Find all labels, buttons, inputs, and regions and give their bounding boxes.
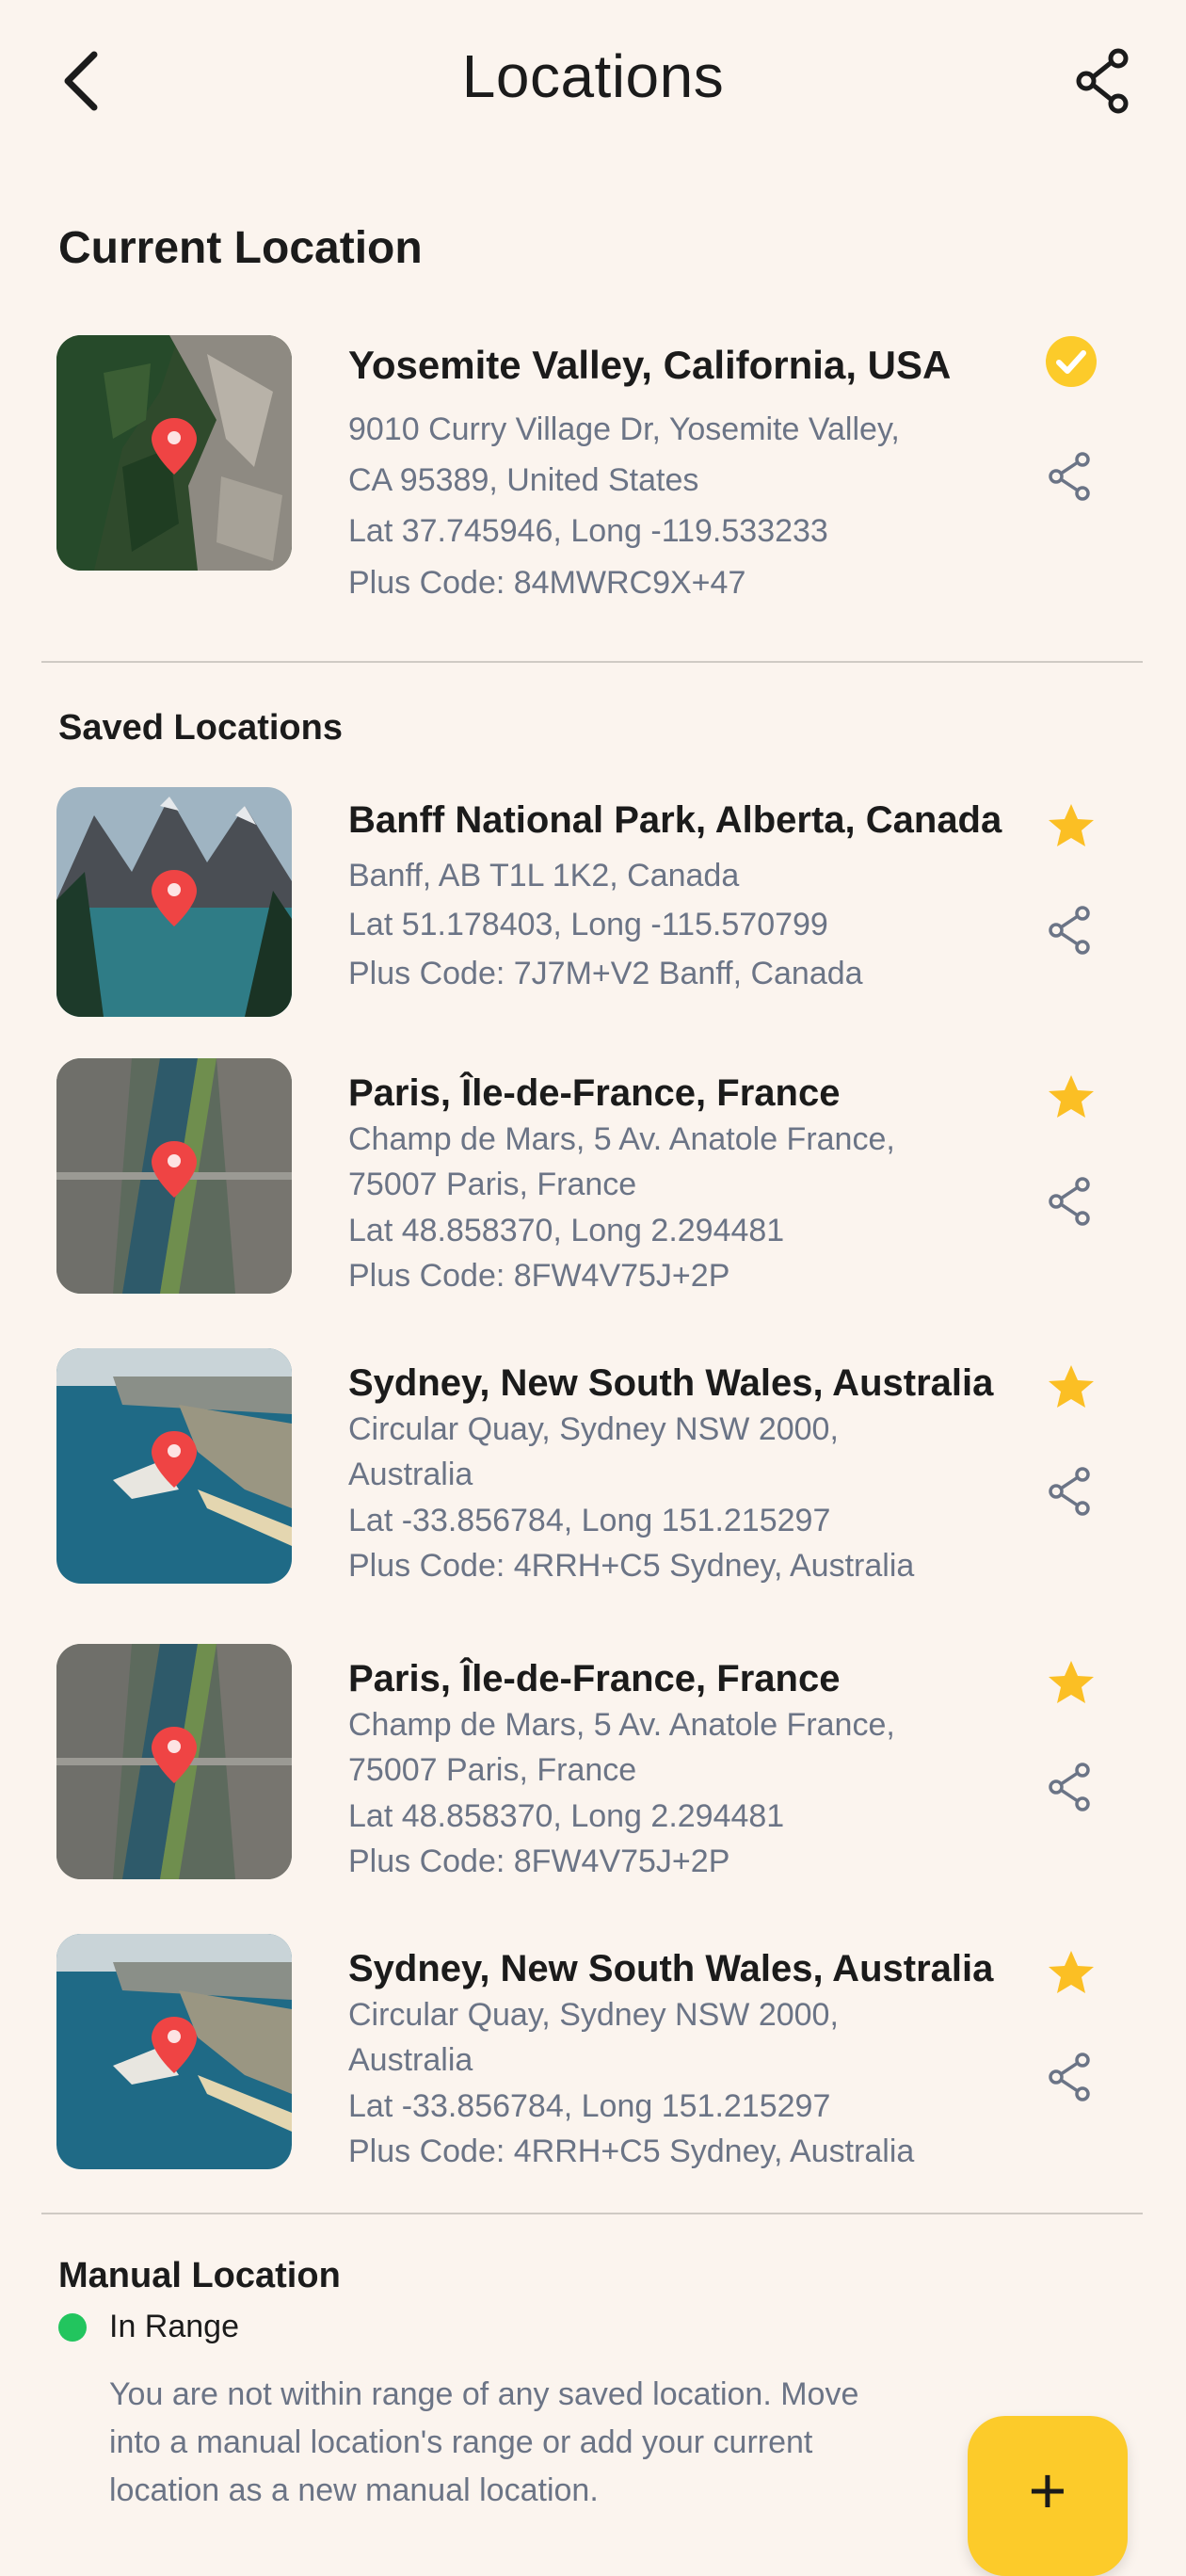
status-label: In Range [109,2309,239,2344]
manual-location-description: You are not within range of any saved lo… [109,2376,859,2508]
coordinates: Lat -33.856784, Long 151.215297 [348,1502,831,1538]
plus-icon: + [1028,2454,1067,2527]
location-name: Yosemite Valley, California, USA [348,343,952,387]
plus-code: Plus Code: 8FW4V75J+2P [348,1257,730,1294]
favorite-button[interactable] [1045,1657,1098,1710]
share-icon [1049,1177,1090,1226]
coordinates: Lat 48.858370, Long 2.294481 [348,1797,785,1834]
plus-code: Plus Code: 4RRH+C5 Sydney, Australia [348,2133,915,2169]
address-line: Australia [348,1457,473,1493]
map-thumbnail [56,787,292,1017]
share-location-button[interactable] [1045,2051,1098,2103]
status-dot [58,2312,87,2342]
star-icon [1049,1661,1094,1703]
coordinates: Lat 51.178403, Long -115.570799 [348,907,828,943]
divider [41,661,1143,663]
favorite-button[interactable] [1045,1361,1098,1414]
map-thumbnail [56,1058,292,1294]
star-icon [1049,804,1094,846]
location-name: Sydney, New South Wales, Australia [348,1362,994,1404]
share-icon [1049,1467,1090,1516]
map-thumbnail [56,1348,292,1584]
divider [41,2213,1143,2214]
favorite-button[interactable] [1045,1071,1098,1124]
share-icon [1049,452,1090,501]
address-line: Circular Quay, Sydney NSW 2000, [348,1411,839,1447]
share-icon [1049,2053,1090,2101]
address-line: Banff, AB T1L 1K2, Canada [348,858,740,894]
share-location-button[interactable] [1045,1175,1098,1228]
share-location-button[interactable] [1045,1761,1098,1813]
plus-code: Plus Code: 7J7M+V2 Banff, Canada [348,956,863,992]
add-location-button[interactable]: + [968,2416,1128,2576]
star-icon [1049,1951,1094,1993]
page-title: Locations [461,42,725,110]
share-location-button[interactable] [1045,1465,1098,1518]
plus-code: Plus Code: 4RRH+C5 Sydney, Australia [348,1547,915,1584]
address-line: Champ de Mars, 5 Av. Anatole France, [348,1121,895,1157]
coordinates: Lat -33.856784, Long 151.215297 [348,2087,831,2124]
coordinates: Lat 37.745946, Long -119.533233 [348,513,828,550]
address-line: 9010 Curry Village Dr, Yosemite Valley, [348,411,900,447]
location-name: Banff National Park, Alberta, Canada [348,799,1002,841]
map-thumbnail [56,1934,292,2169]
share-location-button[interactable] [1045,450,1098,503]
address-line: Circular Quay, Sydney NSW 2000, [348,1997,839,2033]
top-app-bar: Locations [0,0,1186,160]
check-circle-icon [1046,336,1097,387]
range-status: In Range [58,2309,239,2345]
star-icon [1049,1365,1094,1408]
address-line: Champ de Mars, 5 Av. Anatole France, [348,1707,895,1743]
plus-code: Plus Code: 84MWRC9X+47 [348,564,746,601]
star-icon [1049,1075,1094,1118]
plus-code: Plus Code: 8FW4V75J+2P [348,1843,730,1879]
address-line: Australia [348,2042,473,2079]
address-line: CA 95389, United States [348,461,699,498]
current-location-heading: Current Location [58,223,423,273]
map-thumbnail [56,335,292,571]
saved-locations-heading: Saved Locations [58,708,343,748]
share-icon [1049,906,1090,955]
share-icon [1076,48,1129,114]
map-thumbnail [56,1644,292,1879]
share-location-button[interactable] [1045,904,1098,957]
location-name: Paris, Île-de-France, France [348,1072,841,1114]
address-line: 75007 Paris, France [348,1167,637,1203]
selected-indicator [1045,335,1098,388]
location-name: Sydney, New South Wales, Australia [348,1948,994,1989]
share-button[interactable] [1073,47,1133,115]
favorite-button[interactable] [1045,800,1098,853]
location-name: Paris, Île-de-France, France [348,1658,841,1699]
favorite-button[interactable] [1045,1947,1098,2000]
share-icon [1049,1763,1090,1811]
address-line: 75007 Paris, France [348,1752,637,1789]
coordinates: Lat 48.858370, Long 2.294481 [348,1212,785,1248]
manual-location-heading: Manual Location [58,2256,341,2295]
